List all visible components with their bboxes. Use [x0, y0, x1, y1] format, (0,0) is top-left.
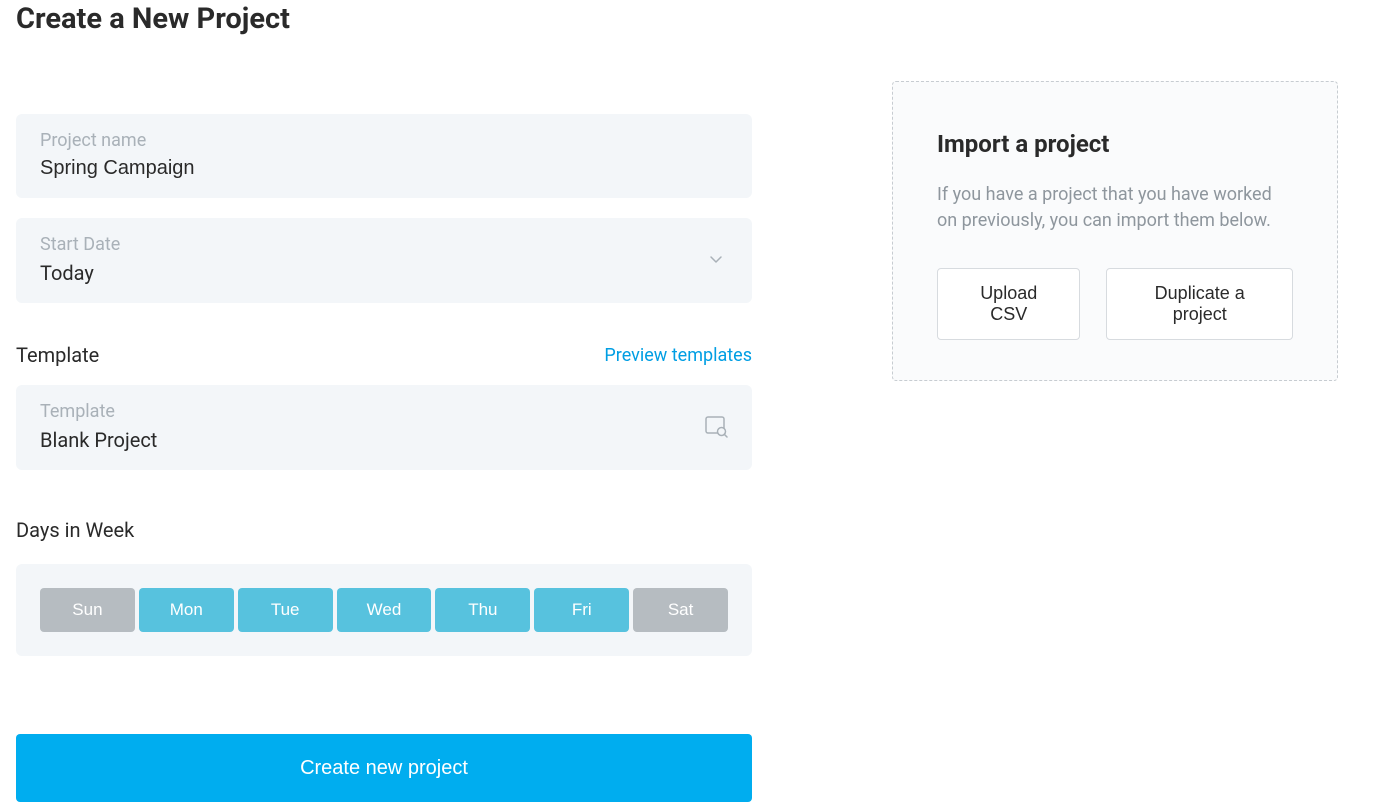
day-toggle-fri[interactable]: Fri	[534, 588, 629, 632]
day-toggle-sun[interactable]: Sun	[40, 588, 135, 632]
import-panel-actions: Upload CSV Duplicate a project	[937, 268, 1293, 340]
day-toggle-tue[interactable]: Tue	[238, 588, 333, 632]
preview-templates-link[interactable]: Preview templates	[604, 345, 752, 366]
template-search-icon	[704, 414, 728, 442]
template-section-title: Template	[16, 343, 99, 367]
project-name-field[interactable]: Project name	[16, 114, 752, 198]
chevron-down-icon	[708, 251, 724, 271]
template-field[interactable]: Template Blank Project	[16, 385, 752, 470]
template-section-header: Template Preview templates	[16, 343, 752, 367]
import-panel-title: Import a project	[937, 130, 1293, 158]
days-in-week-title: Days in Week	[16, 518, 752, 542]
import-project-panel: Import a project If you have a project t…	[892, 81, 1338, 381]
start-date-label: Start Date	[40, 234, 728, 255]
duplicate-project-button[interactable]: Duplicate a project	[1106, 268, 1293, 340]
day-toggle-wed[interactable]: Wed	[337, 588, 432, 632]
upload-csv-button[interactable]: Upload CSV	[937, 268, 1080, 340]
template-label: Template	[40, 401, 728, 422]
template-value: Blank Project	[40, 428, 659, 452]
day-toggle-sat[interactable]: Sat	[633, 588, 728, 632]
import-panel-description: If you have a project that you have work…	[937, 182, 1293, 234]
day-toggle-thu[interactable]: Thu	[435, 588, 530, 632]
project-name-input[interactable]	[40, 157, 659, 180]
start-date-value: Today	[40, 261, 659, 285]
create-new-project-button[interactable]: Create new project	[16, 734, 752, 802]
days-in-week-selector: SunMonTueWedThuFriSat	[16, 564, 752, 656]
start-date-field[interactable]: Start Date Today	[16, 218, 752, 303]
day-toggle-mon[interactable]: Mon	[139, 588, 234, 632]
page-title: Create a New Project	[16, 2, 752, 36]
project-name-label: Project name	[40, 130, 728, 151]
